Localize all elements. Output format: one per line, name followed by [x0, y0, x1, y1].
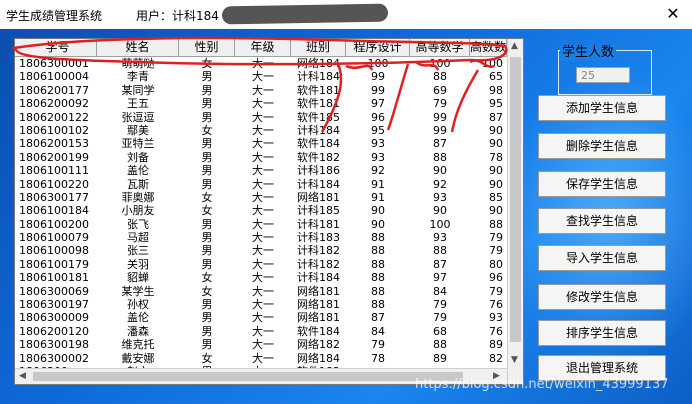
red-annotation-marks	[11, 36, 508, 133]
